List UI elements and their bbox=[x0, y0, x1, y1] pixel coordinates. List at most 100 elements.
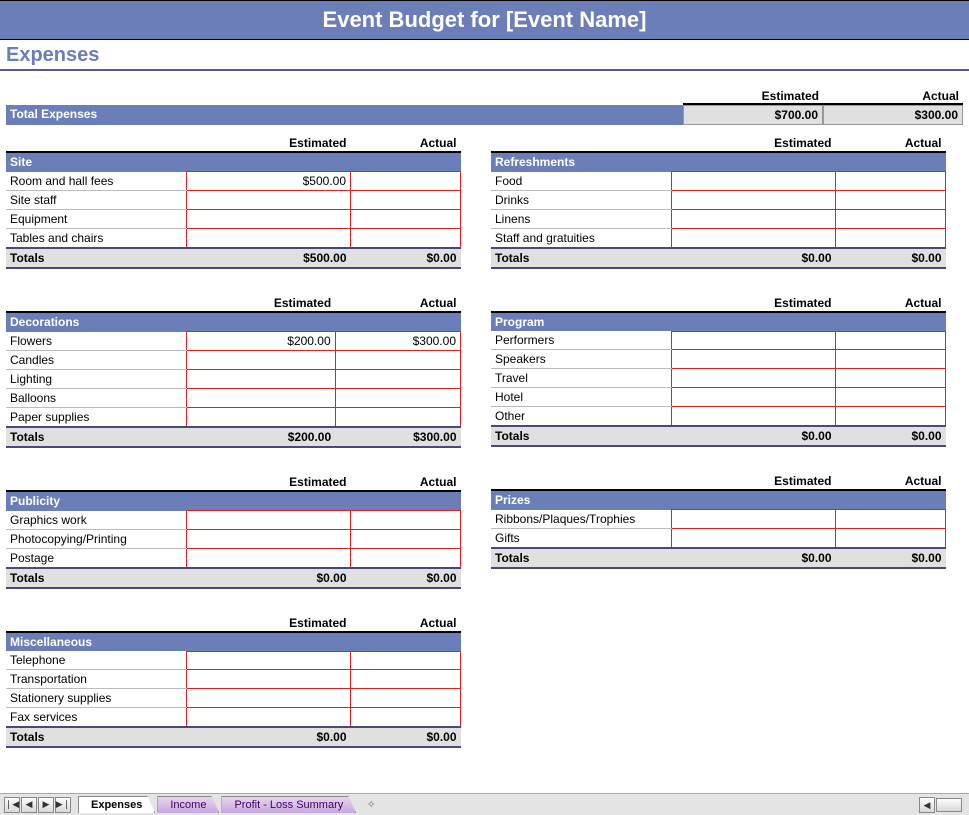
tab-income[interactable]: Income bbox=[157, 796, 219, 813]
header-actual: Actual bbox=[823, 89, 963, 105]
section-heading-expenses: Expenses bbox=[0, 40, 969, 71]
tab-expenses[interactable]: Expenses bbox=[78, 796, 155, 813]
line-item-actual[interactable] bbox=[836, 369, 946, 388]
totals-actual: $300.00 bbox=[335, 427, 460, 447]
line-item-estimated[interactable] bbox=[671, 369, 836, 388]
line-item-actual[interactable] bbox=[351, 229, 461, 249]
line-item-estimated[interactable] bbox=[186, 351, 335, 370]
totals-estimated: $0.00 bbox=[671, 548, 836, 568]
line-item-actual[interactable] bbox=[351, 529, 461, 548]
tab-nav-next[interactable]: ▶ bbox=[38, 797, 54, 813]
line-item-estimated[interactable] bbox=[671, 528, 836, 548]
line-item-actual[interactable] bbox=[335, 370, 460, 389]
line-item-estimated[interactable] bbox=[186, 670, 351, 689]
col-header-estimated: Estimated bbox=[186, 474, 351, 491]
line-item-actual[interactable] bbox=[351, 708, 461, 728]
line-item-estimated[interactable] bbox=[671, 510, 836, 529]
line-item-label: Room and hall fees bbox=[6, 172, 186, 191]
col-header-estimated: Estimated bbox=[186, 135, 351, 152]
category-header: Refreshments bbox=[491, 152, 946, 172]
line-item-actual[interactable] bbox=[351, 670, 461, 689]
category-table-decorations: EstimatedActualDecorationsFlowers$200.00… bbox=[6, 295, 461, 448]
line-item-estimated[interactable] bbox=[671, 172, 836, 191]
line-item-estimated[interactable] bbox=[671, 209, 836, 228]
line-item-estimated[interactable] bbox=[186, 651, 351, 670]
col-header-actual: Actual bbox=[836, 473, 946, 490]
line-item-estimated[interactable] bbox=[186, 191, 351, 210]
line-item-actual[interactable]: $300.00 bbox=[335, 332, 460, 351]
line-item-estimated[interactable] bbox=[186, 548, 351, 568]
line-item-label: Gifts bbox=[491, 528, 671, 548]
total-expenses-header: Estimated Actual bbox=[6, 89, 963, 105]
line-item-estimated[interactable]: $200.00 bbox=[186, 332, 335, 351]
totals-actual: $0.00 bbox=[836, 548, 946, 568]
tab-profit-loss[interactable]: Profit - Loss Summary bbox=[221, 796, 356, 813]
scroll-thumb[interactable] bbox=[936, 798, 962, 812]
line-item-label: Speakers bbox=[491, 350, 671, 369]
line-item-actual[interactable] bbox=[335, 408, 460, 428]
tab-nav-first[interactable]: ❘◀ bbox=[4, 797, 20, 813]
line-item-estimated[interactable] bbox=[186, 210, 351, 229]
line-item-estimated[interactable] bbox=[186, 408, 335, 428]
line-item-actual[interactable] bbox=[351, 651, 461, 670]
horizontal-scrollbar[interactable]: ◀ bbox=[919, 797, 965, 813]
line-item-label: Equipment bbox=[6, 210, 186, 229]
line-item-actual[interactable] bbox=[836, 228, 946, 248]
totals-estimated: $200.00 bbox=[186, 427, 335, 447]
totals-actual: $0.00 bbox=[836, 248, 946, 268]
line-item-estimated[interactable] bbox=[671, 388, 836, 407]
line-item-estimated[interactable] bbox=[186, 529, 351, 548]
line-item-estimated[interactable]: $500.00 bbox=[186, 172, 351, 191]
line-item-estimated[interactable] bbox=[671, 190, 836, 209]
line-item-estimated[interactable] bbox=[186, 708, 351, 728]
totals-estimated: $0.00 bbox=[186, 727, 351, 747]
line-item-actual[interactable] bbox=[836, 172, 946, 191]
line-item-actual[interactable] bbox=[335, 351, 460, 370]
line-item-label: Lighting bbox=[6, 370, 186, 389]
line-item-estimated[interactable] bbox=[671, 228, 836, 248]
tab-nav-last[interactable]: ▶❘ bbox=[55, 797, 71, 813]
line-item-label: Fax services bbox=[6, 708, 186, 728]
scroll-left-icon[interactable]: ◀ bbox=[919, 797, 935, 813]
line-item-actual[interactable] bbox=[836, 388, 946, 407]
line-item-actual[interactable] bbox=[836, 528, 946, 548]
totals-estimated: $0.00 bbox=[186, 568, 351, 588]
category-table-program: EstimatedActualProgramPerformersSpeakers… bbox=[491, 295, 946, 448]
line-item-estimated[interactable] bbox=[186, 370, 335, 389]
line-item-label: Telephone bbox=[6, 651, 186, 670]
line-item-actual[interactable] bbox=[351, 689, 461, 708]
line-item-label: Transportation bbox=[6, 670, 186, 689]
line-item-estimated[interactable] bbox=[186, 229, 351, 249]
line-item-actual[interactable] bbox=[351, 172, 461, 191]
tab-nav-prev[interactable]: ◀ bbox=[21, 797, 37, 813]
line-item-estimated[interactable] bbox=[671, 350, 836, 369]
line-item-actual[interactable] bbox=[836, 510, 946, 529]
totals-label: Totals bbox=[491, 248, 671, 268]
sheet-tab-bar: ❘◀ ◀ ▶ ▶❘ Expenses Income Profit - Loss … bbox=[0, 793, 969, 815]
line-item-estimated[interactable] bbox=[186, 389, 335, 408]
totals-estimated: $0.00 bbox=[671, 426, 836, 446]
line-item-estimated[interactable] bbox=[671, 407, 836, 427]
line-item-estimated[interactable] bbox=[671, 331, 836, 350]
totals-actual: $0.00 bbox=[351, 727, 461, 747]
new-sheet-icon[interactable]: ✧ bbox=[360, 797, 382, 813]
line-item-actual[interactable] bbox=[836, 407, 946, 427]
line-item-estimated[interactable] bbox=[186, 689, 351, 708]
line-item-actual[interactable] bbox=[351, 511, 461, 530]
line-item-actual[interactable] bbox=[351, 548, 461, 568]
total-expenses-row: Total Expenses $700.00 $300.00 bbox=[6, 105, 963, 125]
line-item-label: Food bbox=[491, 172, 671, 191]
line-item-actual[interactable] bbox=[836, 350, 946, 369]
line-item-actual[interactable] bbox=[351, 210, 461, 229]
totals-actual: $0.00 bbox=[836, 426, 946, 446]
page-title: Event Budget for [Event Name] bbox=[0, 0, 969, 40]
category-header: Publicity bbox=[6, 491, 461, 511]
line-item-actual[interactable] bbox=[836, 190, 946, 209]
line-item-actual[interactable] bbox=[836, 209, 946, 228]
line-item-actual[interactable] bbox=[836, 331, 946, 350]
category-table-refreshments: EstimatedActualRefreshmentsFoodDrinksLin… bbox=[491, 135, 946, 269]
line-item-actual[interactable] bbox=[335, 389, 460, 408]
total-expenses-label: Total Expenses bbox=[6, 105, 683, 125]
line-item-estimated[interactable] bbox=[186, 511, 351, 530]
line-item-actual[interactable] bbox=[351, 191, 461, 210]
